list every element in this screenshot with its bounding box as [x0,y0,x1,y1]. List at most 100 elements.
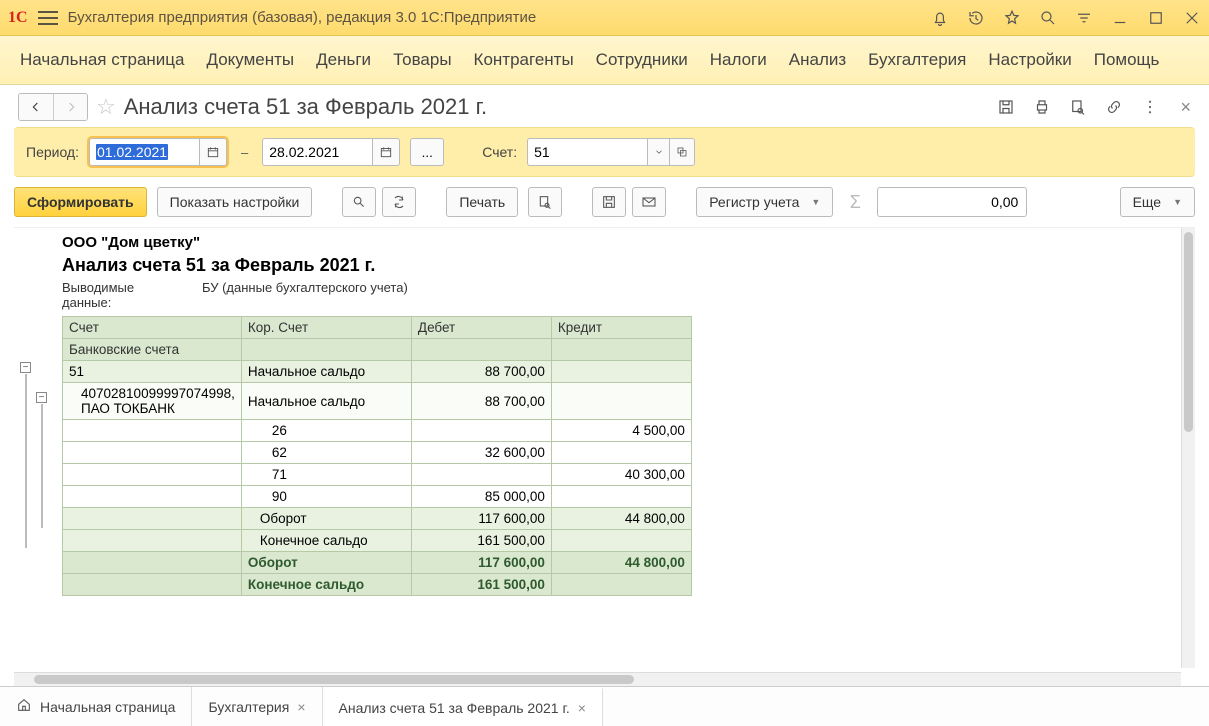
toolbar: Сформировать Показать настройки Печать Р… [0,177,1209,227]
date-to-input[interactable] [262,138,372,166]
report-table: Счет Кор. Счет Дебет Кредит Банковские с… [62,316,692,596]
link-icon[interactable] [1104,97,1124,117]
nav-back-button[interactable] [19,94,53,120]
refresh-icon[interactable] [382,187,416,217]
period-label: Период: [26,144,79,160]
filter-lines-icon[interactable] [1075,9,1093,27]
date-from-calendar-icon[interactable] [199,138,227,166]
menu-item[interactable]: Помощь [1094,50,1160,70]
vertical-scrollbar[interactable] [1181,228,1195,668]
account-select [527,138,695,166]
print-button[interactable]: Печать [446,187,518,217]
menu-item[interactable]: Контрагенты [474,50,574,70]
bottom-tabs: Начальная страница Бухгалтерия × Анализ … [0,686,1209,726]
menu-item[interactable]: Документы [207,50,295,70]
horizontal-scrollbar[interactable] [14,672,1181,686]
register-button[interactable]: Регистр учета [696,187,833,217]
home-icon [16,697,32,716]
account-label: Счет: [482,144,517,160]
tab-label: Начальная страница [40,699,175,715]
minimize-icon[interactable] [1111,9,1129,27]
table-row: 6232 600,00 [63,442,692,464]
more-vert-icon[interactable] [1140,97,1160,117]
date-to-calendar-icon[interactable] [372,138,400,166]
report-title: Анализ счета 51 за Февраль 2021 г. [62,253,1187,278]
history-icon[interactable] [967,9,985,27]
print-icon[interactable] [1032,97,1052,117]
table-row: Оборот117 600,0044 800,00 [63,508,692,530]
hamburger-icon[interactable] [38,11,58,25]
bank-accounts-subheader: Банковские счета [63,339,242,361]
amount-field[interactable] [877,187,1027,217]
tab-home[interactable]: Начальная страница [0,687,192,726]
menu-item[interactable]: Деньги [316,50,371,70]
tab-label: Анализ счета 51 за Февраль 2021 г. [339,700,570,716]
tab-accounting[interactable]: Бухгалтерия × [192,687,322,726]
show-settings-button[interactable]: Показать настройки [157,187,313,217]
save-icon[interactable] [996,97,1016,117]
maximize-icon[interactable] [1147,9,1165,27]
tree-gutter: − − [14,228,62,650]
menu-item[interactable]: Бухгалтерия [868,50,966,70]
titlebar-icons [931,9,1201,27]
logo-1c: 1C [8,9,28,27]
menu-item[interactable]: Анализ [789,50,846,70]
account-dropdown-icon[interactable] [647,138,669,166]
menu-item[interactable]: Сотрудники [596,50,688,70]
tree-lines [14,228,62,588]
favorite-star-icon[interactable]: ☆ [96,94,116,120]
table-row: 40702810099997074998, ПАО ТОКБАНКНачальн… [63,383,692,420]
col-header-account: Счет [63,317,242,339]
page-close-icon[interactable]: × [1180,97,1191,118]
table-row: 7140 300,00 [63,464,692,486]
table-row: Конечное сальдо161 500,00 [63,530,692,552]
col-header-debit: Дебет [411,317,551,339]
email-icon[interactable] [632,187,666,217]
period-picker-button[interactable]: ... [410,138,444,166]
print-preview-icon[interactable] [528,187,562,217]
report-area: − − ООО "Дом цветку" Анализ счета 51 за … [14,227,1195,686]
menu-item[interactable]: Начальная страница [20,50,185,70]
table-row: Оборот117 600,0044 800,00 [63,552,692,574]
sigma-icon: Σ [843,192,867,213]
report-org: ООО "Дом цветку" [62,232,1187,253]
col-header-cor: Кор. Счет [241,317,411,339]
titlebar: 1C Бухгалтерия предприятия (базовая), ре… [0,0,1209,36]
report-meta-value: БУ (данные бухгалтерского учета) [202,280,408,310]
more-button[interactable]: Еще [1120,187,1195,217]
col-header-credit: Кредит [551,317,691,339]
date-from-input[interactable]: 01.02.2021 [89,138,199,166]
close-icon[interactable] [1183,9,1201,27]
generate-button[interactable]: Сформировать [14,187,147,217]
table-row: 51Начальное сальдо88 700,00 [63,361,692,383]
page-header-icons: × [996,97,1191,118]
tab-close-icon[interactable]: × [297,699,305,715]
save-disk-icon[interactable] [592,187,626,217]
date-dash: – [237,145,252,160]
tab-label: Бухгалтерия [208,699,289,715]
nav-forward-button[interactable] [53,94,87,120]
account-input[interactable] [527,138,647,166]
menu-item[interactable]: Настройки [988,50,1071,70]
tab-report[interactable]: Анализ счета 51 за Февраль 2021 г. × [323,687,603,726]
preview-icon[interactable] [1068,97,1088,117]
main-menu: Начальная страница Документы Деньги Това… [0,36,1209,85]
date-from-group: 01.02.2021 [89,138,227,166]
report-meta-label: Выводимые данные: [62,280,162,310]
app-title: Бухгалтерия предприятия (базовая), редак… [68,9,537,26]
page-header: ☆ Анализ счета 51 за Февраль 2021 г. × [0,85,1209,127]
filter-bar: Период: 01.02.2021 – ... Счет: [14,127,1195,177]
table-row: Конечное сальдо161 500,00 [63,574,692,596]
menu-item[interactable]: Товары [393,50,451,70]
table-row: 264 500,00 [63,420,692,442]
account-open-icon[interactable] [669,138,695,166]
nav-buttons [18,93,88,121]
tab-close-icon[interactable]: × [578,700,586,716]
table-row: 9085 000,00 [63,486,692,508]
star-icon[interactable] [1003,9,1021,27]
search-icon[interactable] [1039,9,1057,27]
find-icon[interactable] [342,187,376,217]
menu-item[interactable]: Налоги [710,50,767,70]
bell-icon[interactable] [931,9,949,27]
page-title: Анализ счета 51 за Февраль 2021 г. [124,94,487,120]
